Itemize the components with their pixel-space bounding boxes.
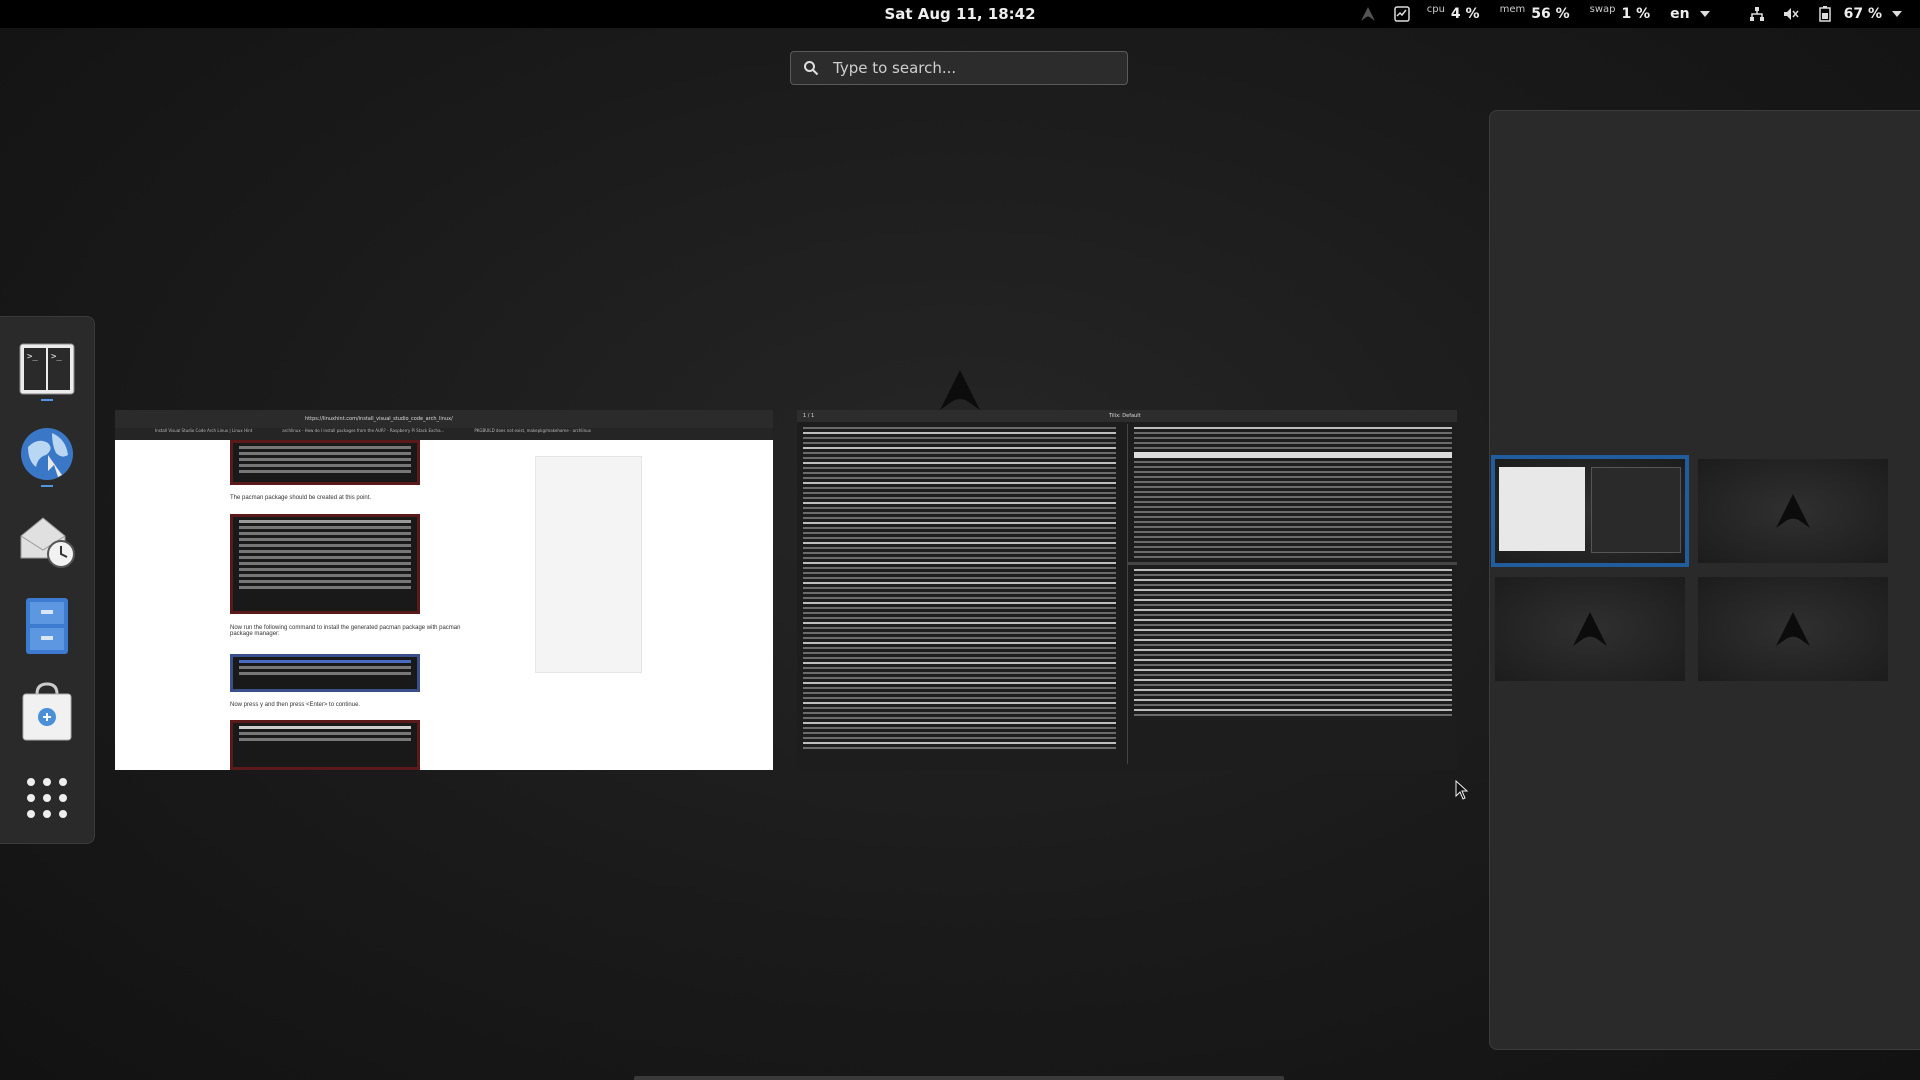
- web-browser-icon[interactable]: [14, 421, 80, 487]
- browser-tab: Install Visual Studio Code Arch Linux | …: [155, 428, 252, 440]
- message-tray-handle[interactable]: [634, 1076, 1284, 1080]
- browser-window-thumbnail[interactable]: https://linuxhint.com/install_visual_stu…: [115, 410, 773, 770]
- cpu-value: 4 %: [1451, 6, 1480, 22]
- running-indicator: [41, 485, 53, 487]
- mail-clock-icon[interactable]: [14, 507, 80, 573]
- system-tray: cpu 4 % mem 56 % swap 1 % en 67 %: [1359, 0, 1906, 28]
- terminal-pane-right: [1127, 424, 1457, 764]
- article-text: Now press y and then press <Enter> to co…: [230, 702, 360, 708]
- article-text: Now run the following command to install…: [230, 625, 480, 637]
- terminal-pane-left: [797, 424, 1122, 764]
- window-preview: [1591, 467, 1681, 553]
- file-cabinet-icon[interactable]: [14, 593, 80, 659]
- window-preview: [1499, 467, 1585, 551]
- svg-text:>_: >_: [27, 352, 38, 362]
- browser-page: The pacman package should be created at …: [115, 440, 773, 770]
- terminal-tab: 1 / 1: [803, 413, 814, 419]
- software-store-icon[interactable]: [14, 679, 80, 745]
- browser-tab: archlinux - How do I install packages fr…: [282, 428, 444, 440]
- screenshot-image: [230, 720, 420, 770]
- network-icon[interactable]: [1748, 5, 1766, 23]
- search-box[interactable]: [790, 51, 1128, 85]
- battery-value[interactable]: 67 %: [1844, 6, 1882, 22]
- chevron-down-icon[interactable]: [1888, 5, 1906, 23]
- workspace-switcher: [1489, 110, 1920, 1050]
- terminal-icon[interactable]: >_ >_: [14, 337, 80, 403]
- screenshot-image: [230, 440, 420, 485]
- mouse-cursor-icon: [1455, 780, 1469, 804]
- arch-logo-icon: [1776, 494, 1810, 528]
- chevron-down-icon[interactable]: [1696, 5, 1714, 23]
- arch-logo-icon[interactable]: [1359, 5, 1377, 23]
- search-input[interactable]: [831, 58, 1115, 78]
- arch-logo-icon: [1776, 612, 1810, 646]
- terminal-window-thumbnail[interactable]: 1 / 1 Tilix: Default: [797, 410, 1457, 770]
- running-indicator: [41, 399, 53, 401]
- terminal-title: Tilix: Default: [1109, 413, 1141, 419]
- page-sidebar: [535, 456, 642, 673]
- article-text: The pacman package should be created at …: [230, 495, 371, 501]
- mem-value: 56 %: [1531, 6, 1569, 22]
- arch-logo-icon: [1573, 612, 1607, 646]
- svg-text:>_: >_: [51, 352, 62, 362]
- workspace-3[interactable]: [1495, 577, 1685, 681]
- terminal-header: 1 / 1 Tilix: Default: [797, 410, 1457, 422]
- swap-value: 1 %: [1621, 6, 1650, 22]
- swap-label: swap: [1590, 4, 1616, 15]
- top-bar: Sat Aug 11, 18:42 cpu 4 % mem 56 % swap …: [0, 0, 1920, 28]
- workspace-4[interactable]: [1698, 577, 1888, 681]
- volume-muted-icon[interactable]: [1782, 5, 1800, 23]
- arch-logo-icon: [940, 370, 980, 414]
- system-monitor-icon[interactable]: [1393, 5, 1411, 23]
- battery-icon[interactable]: [1816, 5, 1834, 23]
- search-icon: [803, 60, 819, 76]
- browser-chrome: https://linuxhint.com/install_visual_stu…: [115, 410, 773, 440]
- screenshot-image: [230, 514, 420, 614]
- keyboard-layout[interactable]: en: [1670, 6, 1689, 22]
- workspace-1[interactable]: [1495, 459, 1685, 563]
- cpu-label: cpu: [1427, 4, 1445, 15]
- browser-url: https://linuxhint.com/install_visual_stu…: [305, 416, 453, 422]
- screenshot-image: [230, 654, 420, 692]
- browser-tab: PKGBUILD does not exist, makepkg/makehom…: [474, 428, 591, 440]
- dash: >_ >_: [0, 316, 95, 844]
- show-applications-icon[interactable]: [14, 765, 80, 831]
- mem-label: mem: [1500, 4, 1526, 15]
- workspace-2[interactable]: [1698, 459, 1888, 563]
